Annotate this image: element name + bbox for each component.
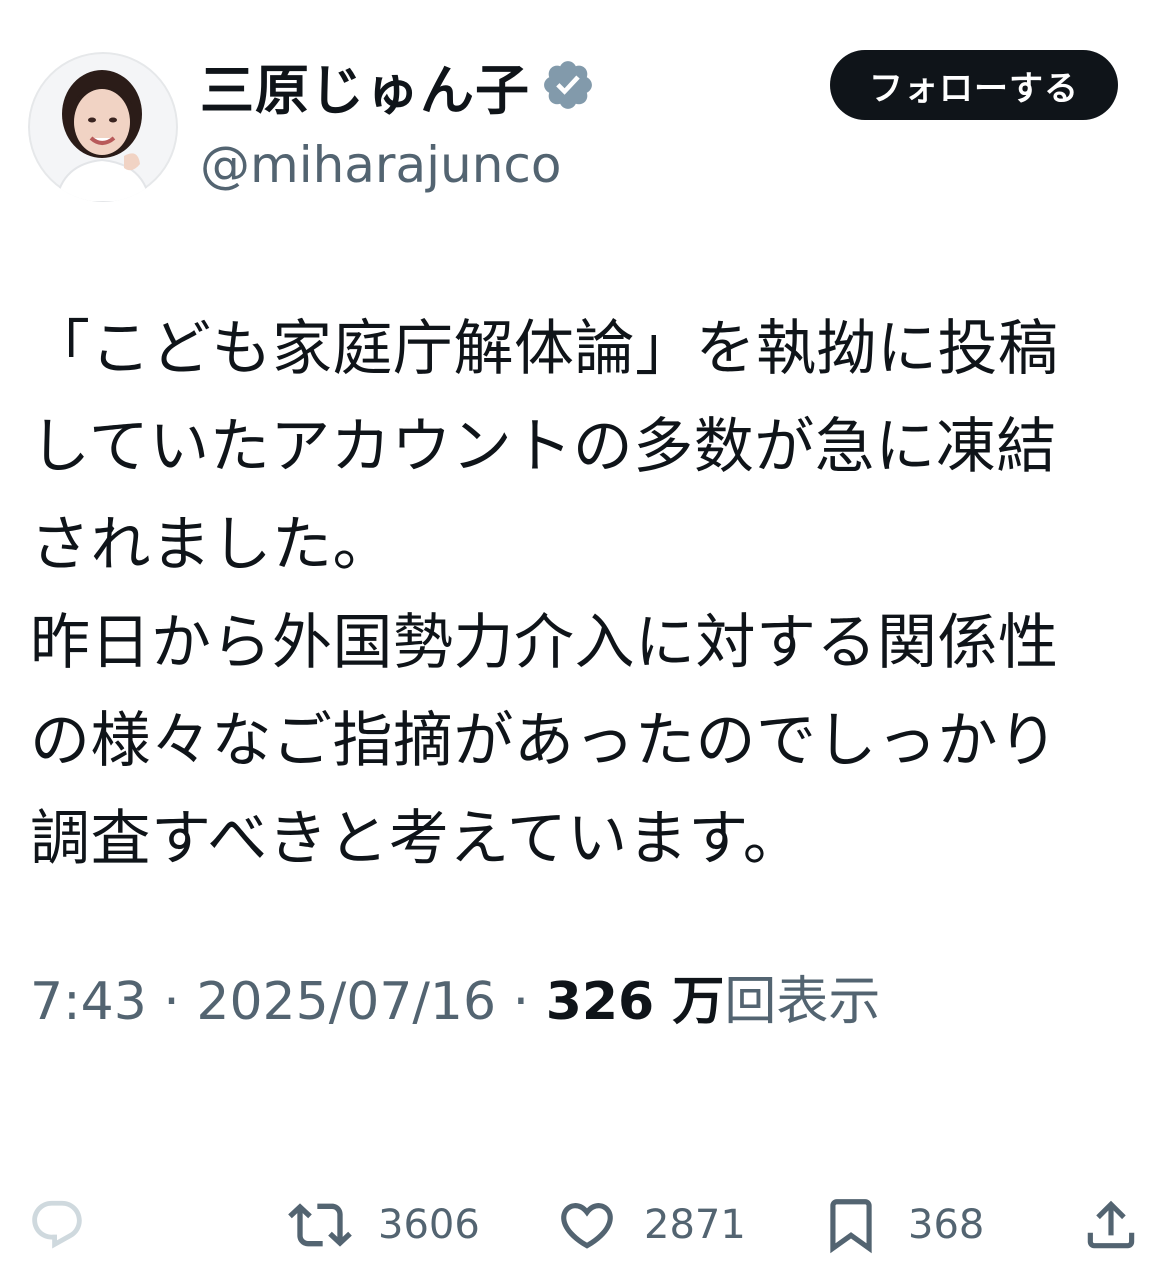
author-display-name[interactable]: 三原じゅん子 bbox=[200, 50, 596, 122]
tweet-actions-bar: 3606 2871 368 bbox=[0, 1180, 1170, 1270]
avatar-image bbox=[28, 52, 178, 202]
heart-icon bbox=[556, 1194, 618, 1256]
reply-button[interactable] bbox=[28, 1190, 86, 1260]
avatar[interactable] bbox=[28, 52, 178, 202]
retweet-count: 3606 bbox=[378, 1202, 480, 1248]
like-count: 2871 bbox=[644, 1202, 746, 1248]
tweet-time[interactable]: 7:43 bbox=[30, 972, 147, 1032]
bookmark-count: 368 bbox=[908, 1202, 985, 1248]
meta-separator: · bbox=[146, 972, 197, 1032]
tweet-text-line: 調査すべきと考えています。 bbox=[30, 804, 804, 874]
tweet-text: 「こども家庭庁解体論」を執拗に投稿 していたアカウントの多数が急に凍結 されまし… bbox=[30, 300, 1140, 888]
tweet-header: 三原じゅん子 @miharajunco フォローする bbox=[0, 0, 1170, 220]
views-label[interactable]: 回表示 bbox=[724, 972, 880, 1032]
bookmark-button[interactable]: 368 bbox=[820, 1190, 984, 1260]
author-name-text: 三原じゅん子 bbox=[200, 58, 530, 122]
share-icon bbox=[1080, 1194, 1142, 1256]
tweet-text-line: していたアカウントの多数が急に凍結 bbox=[30, 412, 1057, 482]
tweet-text-line: 昨日から外国勢力介入に対する関係性 bbox=[30, 608, 1059, 678]
views-count[interactable]: 326 万 bbox=[546, 972, 725, 1032]
retweet-icon bbox=[288, 1193, 352, 1257]
retweet-button[interactable]: 3606 bbox=[288, 1190, 480, 1260]
tweet-text-line: されました。 bbox=[30, 510, 393, 580]
tweet-meta: 7:43 · 2025/07/16 · 326 万回表示 bbox=[30, 962, 880, 1042]
meta-separator: · bbox=[496, 972, 546, 1032]
tweet-date[interactable]: 2025/07/16 bbox=[196, 972, 496, 1032]
like-button[interactable]: 2871 bbox=[556, 1190, 746, 1260]
bookmark-icon bbox=[820, 1194, 882, 1256]
verified-badge-icon[interactable] bbox=[540, 57, 596, 113]
tweet-text-line: 「こども家庭庁解体論」を執拗に投稿 bbox=[30, 314, 1059, 384]
follow-button[interactable]: フォローする bbox=[830, 50, 1118, 120]
reply-icon bbox=[28, 1196, 86, 1254]
tweet-text-line: の様々なご指摘があったのでしっかり bbox=[30, 706, 1059, 776]
author-handle[interactable]: @miharajunco bbox=[200, 136, 561, 194]
share-button[interactable] bbox=[1080, 1190, 1142, 1260]
